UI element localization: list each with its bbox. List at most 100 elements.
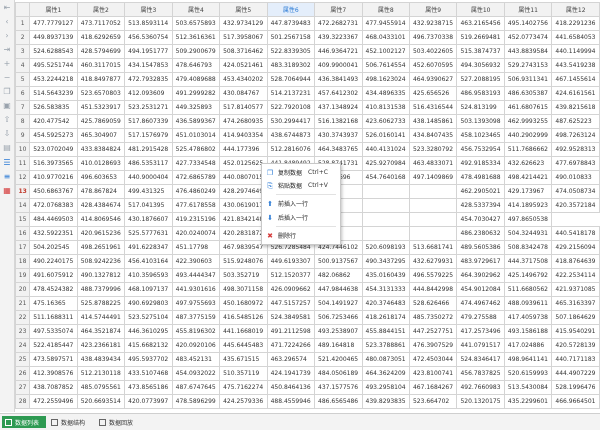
table-row[interactable]: 22 511.1688311 414.5744491 523.5275104 487.3… xyxy=(14,310,600,325)
table-cell[interactable]: 462.2905021 xyxy=(456,184,505,199)
table-cell[interactable]: 420.2831872 xyxy=(219,226,268,241)
table-cell[interactable]: 463.2165456 xyxy=(456,16,505,31)
table-cell[interactable]: 525.5777631 xyxy=(124,226,173,241)
table-cell[interactable]: 478.4524382 xyxy=(29,282,78,297)
table-cell[interactable]: 444.177396 xyxy=(219,142,268,157)
table-cell[interactable]: 450.1680972 xyxy=(219,296,268,311)
row-number[interactable]: 9 xyxy=(14,128,31,143)
table-cell[interactable]: 432.626623 xyxy=(503,156,553,171)
table-cell[interactable] xyxy=(361,212,410,227)
row-number[interactable]: 3 xyxy=(14,44,31,59)
table-cell[interactable]: 523.3788861 xyxy=(361,338,410,353)
table-cell[interactable]: 420.9615236 xyxy=(76,226,126,241)
table-cell[interactable]: 524.813199 xyxy=(456,100,505,115)
table-cell[interactable]: 492.7660983 xyxy=(456,380,505,395)
table-cell[interactable]: 435.671515 xyxy=(219,352,268,367)
table-cell[interactable]: 467.1455614 xyxy=(551,72,600,87)
table-cell[interactable]: 449.6193307 xyxy=(266,254,316,269)
table-cell[interactable]: 423.2366181 xyxy=(76,338,126,353)
column-header[interactable]: 属性1 xyxy=(29,2,78,17)
last-icon[interactable]: ⇥ xyxy=(2,45,12,55)
table-cell[interactable]: 471.7224266 xyxy=(266,338,316,353)
delete-icon[interactable]: − xyxy=(2,73,12,83)
row-number[interactable]: 6 xyxy=(14,86,31,101)
table-cell[interactable]: 520.6693514 xyxy=(76,394,126,409)
table-cell[interactable]: 424.6161561 xyxy=(551,86,600,101)
table-cell[interactable]: 432.6279931 xyxy=(408,254,458,269)
table-cell[interactable]: 498.1623024 xyxy=(361,72,410,87)
table-cell[interactable]: 488.4559946 xyxy=(266,394,316,409)
table-cell[interactable]: 412.093609 xyxy=(124,86,173,101)
table-cell[interactable]: 497.8650538 xyxy=(503,212,553,227)
table-cell[interactable]: 451.17798 xyxy=(171,240,221,255)
table-cell[interactable]: 466.9664501 xyxy=(551,394,600,409)
table-cell[interactable]: 437.1577576 xyxy=(314,380,363,395)
table-cell[interactable]: 523.0702049 xyxy=(29,142,78,157)
table-cell[interactable]: 436.5899367 xyxy=(171,114,221,129)
table-row[interactable]: 27 438.7087852 485.0795561 473.8565186 487.6… xyxy=(14,380,600,395)
table-cell[interactable]: 475.16365 xyxy=(29,296,78,311)
table-cell[interactable]: 452.0125625 xyxy=(219,156,268,171)
table-cell[interactable]: 519.2669481 xyxy=(456,30,505,45)
tab-data-playback[interactable]: 数据回放 xyxy=(96,416,142,428)
table-cell[interactable]: 421.9371085 xyxy=(551,282,600,297)
table-cell[interactable]: 428.2974649 xyxy=(219,184,268,199)
table-cell[interactable]: 528.7064944 xyxy=(266,72,316,87)
table-cell[interactable]: 454.3131333 xyxy=(361,282,410,297)
table-cell[interactable] xyxy=(361,226,410,241)
corner-cell[interactable] xyxy=(14,2,31,17)
table-cell[interactable]: 492.9528313 xyxy=(551,142,600,157)
table-cell[interactable]: 483.452131 xyxy=(171,352,221,367)
table-cell[interactable]: 509.2900679 xyxy=(171,44,221,59)
table-cell[interactable]: 517.3958067 xyxy=(219,30,268,45)
table-cell[interactable]: 464.3521874 xyxy=(76,324,126,339)
row-number[interactable]: 28 xyxy=(14,394,31,409)
table-cell[interactable]: 512.2130118 xyxy=(76,366,126,381)
table-cell[interactable]: 449.325893 xyxy=(171,100,221,115)
table-cell[interactable]: 473.7117052 xyxy=(76,16,126,31)
table-cell[interactable]: 514.5643239 xyxy=(29,86,78,101)
table-cell[interactable]: 515.9248076 xyxy=(219,254,268,269)
row-number[interactable]: 10 xyxy=(14,142,31,157)
table-cell[interactable]: 490.1327812 xyxy=(76,268,126,283)
table-row[interactable]: 21 475.16365 525.8788225 490.6929803 497.975… xyxy=(14,296,600,311)
table-cell[interactable]: 444.8442998 xyxy=(408,282,458,297)
import-icon[interactable]: ⇩ xyxy=(2,129,12,139)
table-cell[interactable]: 490.010833 xyxy=(551,170,600,185)
table-cell[interactable]: 440.7171183 xyxy=(551,352,600,367)
copy-icon[interactable]: ❐ xyxy=(2,87,12,97)
table-cell[interactable]: 439.3223367 xyxy=(314,30,363,45)
table-cell[interactable]: 468.0433101 xyxy=(361,30,410,45)
table-cell[interactable]: 525.4786802 xyxy=(171,142,221,157)
table-cell[interactable]: 441.9301616 xyxy=(171,282,221,297)
table-cell[interactable]: 498.9641141 xyxy=(503,352,553,367)
table-cell[interactable]: 440.4131024 xyxy=(361,142,410,157)
list-view-icon[interactable]: ≡ xyxy=(2,172,12,182)
table-cell[interactable]: 526.0160141 xyxy=(361,128,410,143)
table-cell[interactable] xyxy=(361,198,410,213)
table-cell[interactable]: 499.431325 xyxy=(124,184,173,199)
table-cell[interactable] xyxy=(408,198,458,213)
table-cell[interactable]: 439.8293835 xyxy=(361,394,410,409)
table-cell[interactable]: 463.296574 xyxy=(266,352,316,367)
table-cell[interactable]: 452.6070595 xyxy=(408,58,458,73)
table-cell[interactable]: 493.4444347 xyxy=(171,268,221,283)
table-cell[interactable]: 492.9185334 xyxy=(456,156,505,171)
table-cell[interactable]: 493.2538907 xyxy=(314,324,363,339)
table-cell[interactable]: 495.5251744 xyxy=(29,58,78,73)
table-cell[interactable] xyxy=(408,212,458,227)
table-cell[interactable]: 494.3056932 xyxy=(456,58,505,73)
table-cell[interactable]: 440.9000404 xyxy=(124,170,173,185)
table-cell[interactable]: 455.8844151 xyxy=(361,324,410,339)
table-cell[interactable]: 497.9755693 xyxy=(171,296,221,311)
table-cell[interactable]: 478.867824 xyxy=(76,184,126,199)
table-cell[interactable]: 418.8764639 xyxy=(551,254,600,269)
column-header[interactable]: 属性4 xyxy=(171,2,221,17)
table-cell[interactable]: 420.0240074 xyxy=(171,226,221,241)
row-number[interactable]: 12 xyxy=(14,170,31,185)
table-cell[interactable]: 447.8739483 xyxy=(266,16,316,31)
table-cell[interactable]: 495.1402756 xyxy=(503,16,553,31)
table-cell[interactable]: 503.352719 xyxy=(219,268,268,283)
table-cell[interactable]: 511.1688311 xyxy=(29,310,78,325)
table-cell[interactable]: 449.8937139 xyxy=(29,30,78,45)
